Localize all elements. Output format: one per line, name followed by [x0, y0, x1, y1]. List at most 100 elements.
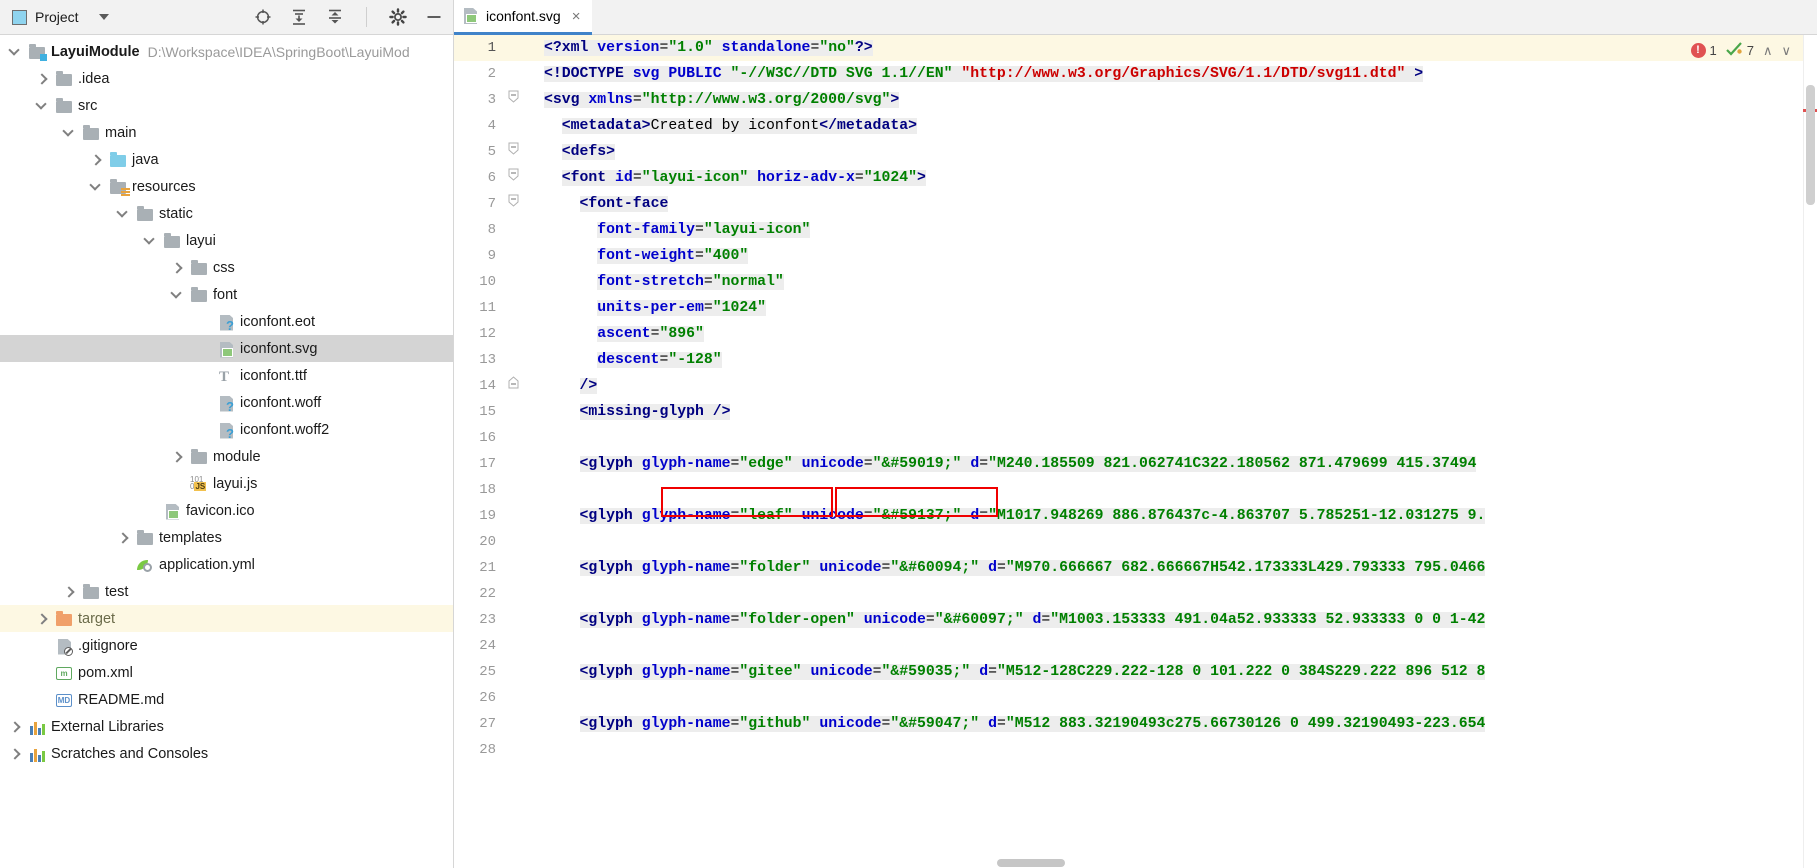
- chevron-down-icon[interactable]: [62, 126, 76, 140]
- code-line[interactable]: <glyph glyph-name="folder" unicode="&#60…: [540, 555, 1817, 581]
- chevron-right-icon[interactable]: [8, 747, 22, 761]
- tree-item-favicon-ico[interactable]: favicon.ico: [0, 497, 453, 524]
- tree-item-main[interactable]: main: [0, 119, 453, 146]
- chevron-up-icon[interactable]: ∧: [1763, 43, 1773, 59]
- tree-item-iconfont-eot[interactable]: ? iconfont.eot: [0, 308, 453, 335]
- scrollbar-thumb[interactable]: [1806, 85, 1815, 205]
- code-line[interactable]: descent="-128": [540, 347, 1817, 373]
- collapse-all-icon[interactable]: [326, 8, 344, 26]
- tree-item-layui-js[interactable]: 101 0JS layui.js: [0, 470, 453, 497]
- gutter-line[interactable]: 7: [454, 191, 540, 217]
- chevron-right-icon[interactable]: [116, 531, 130, 545]
- warning-indicator[interactable]: 7: [1725, 42, 1754, 59]
- editor-scrollbar-horizontal[interactable]: [540, 857, 1803, 868]
- tree-item-layui[interactable]: layui: [0, 227, 453, 254]
- tree-item-css[interactable]: css: [0, 254, 453, 281]
- code-line[interactable]: <?xml version="1.0" standalone="no"?>: [540, 35, 1817, 61]
- locate-icon[interactable]: [254, 8, 272, 26]
- editor-gutter[interactable]: 1 2 3 4 5 6 7 8 9 10 11 12 13 14 15 16 17 18 19 20 21 22 23 24 2…: [454, 35, 540, 868]
- code-line[interactable]: <!DOCTYPE svg PUBLIC "-//W3C//DTD SVG 1.…: [540, 61, 1817, 87]
- gutter-line[interactable]: 19: [454, 503, 540, 529]
- tree-item-font[interactable]: font: [0, 281, 453, 308]
- gutter-line[interactable]: 6: [454, 165, 540, 191]
- code-line[interactable]: ascent="896": [540, 321, 1817, 347]
- code-line[interactable]: font-stretch="normal": [540, 269, 1817, 295]
- code-line[interactable]: font-family="layui-icon": [540, 217, 1817, 243]
- chevron-right-icon[interactable]: [62, 585, 76, 599]
- code-line[interactable]: units-per-em="1024": [540, 295, 1817, 321]
- chevron-down-icon[interactable]: ∨: [1781, 43, 1791, 59]
- tree-item-module[interactable]: module: [0, 443, 453, 470]
- gutter-line[interactable]: 3: [454, 87, 540, 113]
- code-line[interactable]: [540, 425, 1817, 451]
- code-line[interactable]: />: [540, 373, 1817, 399]
- tree-item-templates[interactable]: templates: [0, 524, 453, 551]
- code-line[interactable]: font-weight="400": [540, 243, 1817, 269]
- code-line[interactable]: [540, 685, 1817, 711]
- code-line[interactable]: [540, 477, 1817, 503]
- close-icon[interactable]: ×: [572, 9, 581, 24]
- editor-code-area[interactable]: <?xml version="1.0" standalone="no"?> <!D…: [540, 35, 1817, 868]
- chevron-down-icon[interactable]: [98, 14, 109, 20]
- tree-item-application-yml[interactable]: application.yml: [0, 551, 453, 578]
- gutter-line[interactable]: 15: [454, 399, 540, 425]
- tree-item-iconfont-woff2[interactable]: ? iconfont.woff2: [0, 416, 453, 443]
- code-fold-toggle-icon[interactable]: [502, 87, 524, 113]
- code-line[interactable]: <glyph glyph-name="edge" unicode="&#5901…: [540, 451, 1817, 477]
- tree-item-idea[interactable]: .idea: [0, 65, 453, 92]
- code-line[interactable]: <missing-glyph />: [540, 399, 1817, 425]
- tree-item-iconfont-ttf[interactable]: Ticonfont.ttf: [0, 362, 453, 389]
- hide-window-icon[interactable]: [425, 8, 443, 26]
- hscrollbar-thumb[interactable]: [997, 859, 1065, 867]
- gutter-line[interactable]: 1: [454, 35, 540, 61]
- gutter-line[interactable]: 28: [454, 737, 540, 763]
- editor-scrollbar-vertical[interactable]: [1803, 35, 1817, 868]
- tree-item-java[interactable]: java: [0, 146, 453, 173]
- gutter-line[interactable]: 10: [454, 269, 540, 295]
- tab-iconfont-svg[interactable]: iconfont.svg ×: [454, 0, 593, 35]
- tree-item-layuimodule[interactable]: LayuiModule D:\Workspace\IDEA\SpringBoot\…: [0, 38, 453, 65]
- code-editor[interactable]: 1 2 3 4 5 6 7 8 9 10 11 12 13 14 15 16 17 18 19 20 21 22 23 24 2…: [453, 35, 1817, 868]
- code-fold-toggle-icon[interactable]: [502, 165, 524, 191]
- code-fold-toggle-icon[interactable]: [502, 139, 524, 165]
- gutter-line[interactable]: 13: [454, 347, 540, 373]
- expand-all-icon[interactable]: [290, 8, 308, 26]
- code-line[interactable]: [540, 529, 1817, 555]
- code-line[interactable]: [540, 581, 1817, 607]
- code-line[interactable]: <metadata>Created by iconfont</metadata>: [540, 113, 1817, 139]
- chevron-down-icon[interactable]: [116, 207, 130, 221]
- gutter-line[interactable]: 12: [454, 321, 540, 347]
- gutter-line[interactable]: 8: [454, 217, 540, 243]
- gutter-line[interactable]: 5: [454, 139, 540, 165]
- gutter-line[interactable]: 23: [454, 607, 540, 633]
- code-fold-toggle-icon[interactable]: [502, 373, 524, 399]
- code-line[interactable]: <glyph glyph-name="gitee" unicode="&#590…: [540, 659, 1817, 685]
- chevron-right-icon[interactable]: [8, 720, 22, 734]
- settings-gear-icon[interactable]: [389, 8, 407, 26]
- gutter-line[interactable]: 22: [454, 581, 540, 607]
- chevron-right-icon[interactable]: [89, 153, 103, 167]
- chevron-down-icon[interactable]: [35, 99, 49, 113]
- gutter-line[interactable]: 14: [454, 373, 540, 399]
- gutter-line[interactable]: 18: [454, 477, 540, 503]
- chevron-down-icon[interactable]: [89, 180, 103, 194]
- chevron-right-icon[interactable]: [170, 450, 184, 464]
- tree-item-iconfont-woff[interactable]: ? iconfont.woff: [0, 389, 453, 416]
- chevron-right-icon[interactable]: [170, 261, 184, 275]
- gutter-line[interactable]: 24: [454, 633, 540, 659]
- code-line[interactable]: <glyph glyph-name="leaf" unicode="&#5913…: [540, 503, 1817, 529]
- inspection-widget[interactable]: ! 1 7 ∧ ∨: [1690, 42, 1791, 59]
- chevron-right-icon[interactable]: [35, 72, 49, 86]
- tree-item-readme-md[interactable]: MD README.md: [0, 686, 453, 713]
- tree-item-static[interactable]: static: [0, 200, 453, 227]
- chevron-right-icon[interactable]: [35, 612, 49, 626]
- tree-item-scratches-and-consoles[interactable]: Scratches and Consoles: [0, 740, 453, 767]
- gutter-line[interactable]: 25: [454, 659, 540, 685]
- tree-item-pom-xml[interactable]: m pom.xml: [0, 659, 453, 686]
- tree-item-target[interactable]: target: [0, 605, 453, 632]
- code-line[interactable]: <defs>: [540, 139, 1817, 165]
- tree-item-gitignore[interactable]: .gitignore: [0, 632, 453, 659]
- code-line[interactable]: <svg xmlns="http://www.w3.org/2000/svg">: [540, 87, 1817, 113]
- error-indicator[interactable]: ! 1: [1690, 43, 1717, 58]
- gutter-line[interactable]: 2: [454, 61, 540, 87]
